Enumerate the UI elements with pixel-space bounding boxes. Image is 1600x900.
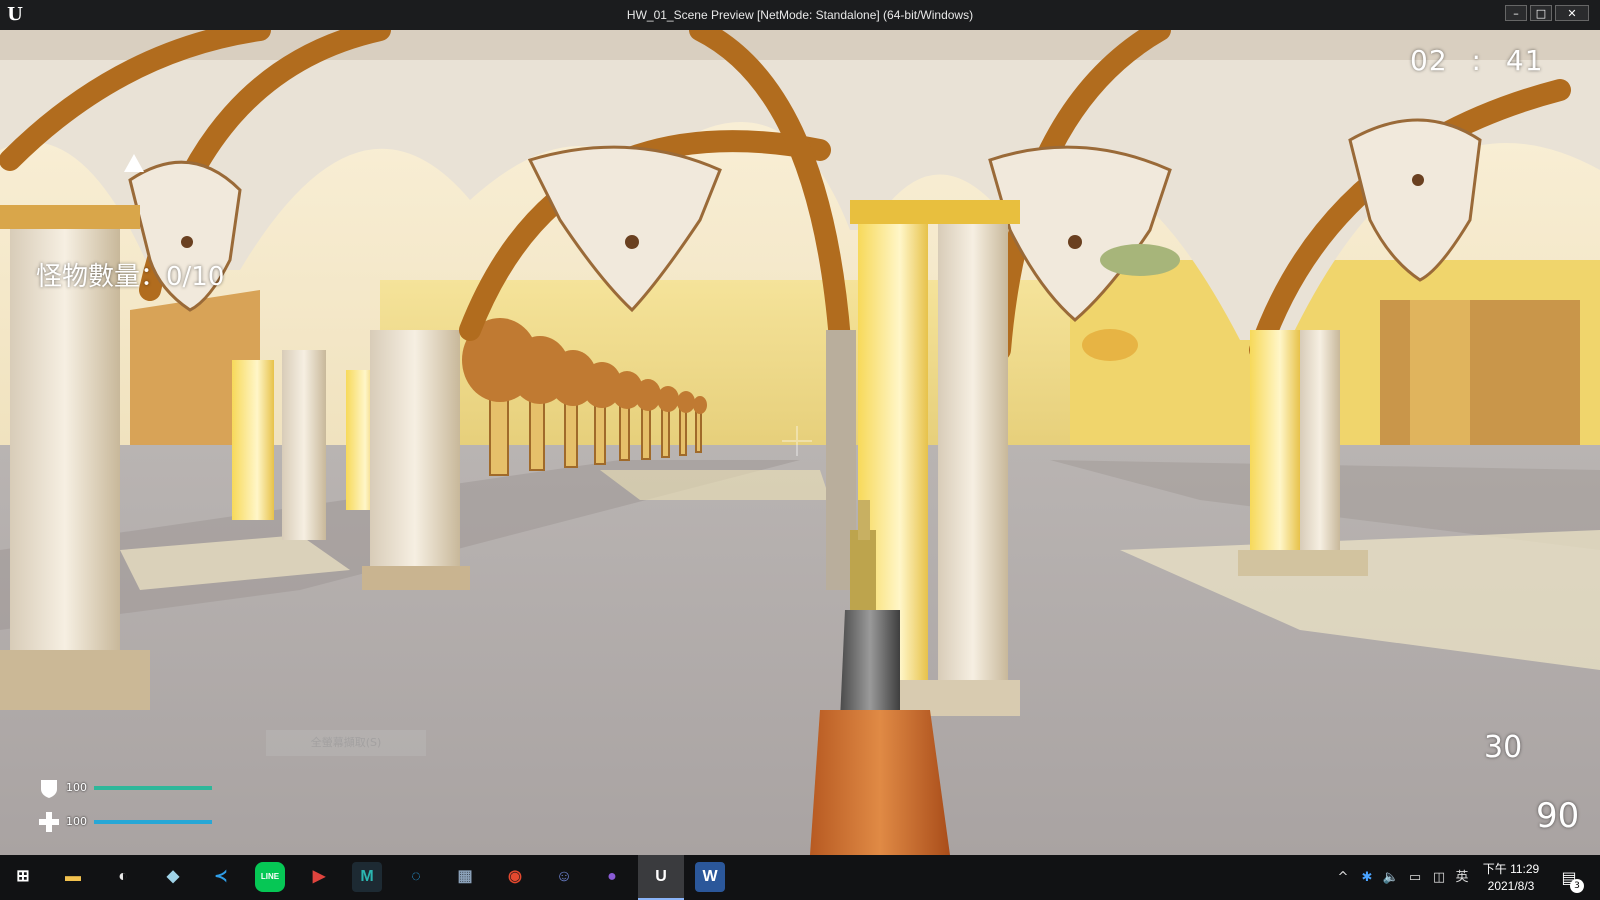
taskbar-maya-icon[interactable]: M <box>352 862 382 892</box>
taskbar-clock[interactable]: 下午 11:29 2021/8/3 <box>1476 861 1546 895</box>
taskbar-unreal-icon[interactable]: U <box>646 862 676 892</box>
taskbar-edge-icon[interactable]: ◌ <box>401 862 431 892</box>
meet-now-icon[interactable]: ◫ <box>1428 855 1450 900</box>
window-title-bar: U HW_01_Scene Preview [NetMode: Standalo… <box>0 0 1600 30</box>
clock-date: 2021/8/3 <box>1487 879 1535 893</box>
match-timer: 02 : 41 <box>1410 44 1544 77</box>
notification-center-icon[interactable]: ▤ 3 <box>1556 865 1584 893</box>
taskbar-start-icon[interactable]: ⊞ <box>8 862 38 892</box>
bluetooth-icon[interactable]: ✱ <box>1358 855 1376 900</box>
clock-time: 下午 11:29 <box>1482 862 1540 876</box>
minimize-button[interactable]: – <box>1505 5 1527 21</box>
volume-icon[interactable]: 🔈 <box>1380 855 1402 900</box>
health-bar-fill <box>94 820 212 824</box>
screenshot-hint-button[interactable]: 全螢幕擷取(S) <box>266 730 426 756</box>
game-viewport[interactable]: 02 : 41 怪物數量：0/10 全螢幕擷取(S) 30 90 100 100 <box>0 30 1600 855</box>
armor-bar-fill <box>94 786 212 790</box>
taskbar-discord-icon[interactable]: ☺ <box>549 862 579 892</box>
armor-value: 100 <box>66 781 87 794</box>
ammo-in-magazine: 30 <box>1484 730 1523 765</box>
taskbar-github-icon[interactable]: ● <box>597 862 627 892</box>
monster-count-label: 怪物數量：0/10 <box>36 262 225 292</box>
health-cross-icon <box>39 812 59 832</box>
taskbar-word-icon[interactable]: W <box>695 862 725 892</box>
armor-bar <box>94 786 212 790</box>
health-value: 100 <box>66 815 87 828</box>
ime-indicator[interactable]: 英 <box>1452 855 1472 900</box>
notification-count-badge: 3 <box>1570 879 1584 893</box>
taskbar-chrome-icon[interactable]: ◉ <box>500 862 530 892</box>
close-button[interactable]: ✕ <box>1555 5 1589 21</box>
taskbar-presenter-icon[interactable]: ▶ <box>304 862 334 892</box>
health-bar <box>94 820 212 824</box>
maximize-button[interactable]: □ <box>1530 5 1552 21</box>
windows-taskbar: ⊞ ▬ ◐ ◆ ≺ LINE ▶ M ◌ ▦ ◉ ☺ ● U W ^ ✱ 🔈 ▭ ◫ 英 下午 11:29 … <box>0 855 1600 900</box>
timer-seconds: 41 <box>1505 44 1544 77</box>
objective-marker-icon <box>124 154 144 172</box>
taskbar-vscode-icon[interactable]: ≺ <box>206 862 236 892</box>
taskbar-file-explorer-icon[interactable]: ▬ <box>58 862 88 892</box>
taskbar-calculator-icon[interactable]: ▦ <box>450 862 480 892</box>
taskbar-line-icon[interactable]: LINE <box>255 862 285 892</box>
network-icon[interactable]: ▭ <box>1404 855 1426 900</box>
window-title: HW_01_Scene Preview [NetMode: Standalone… <box>626 8 974 22</box>
timer-separator: : <box>1471 44 1482 77</box>
tray-overflow-chevron-icon[interactable]: ^ <box>1334 855 1352 900</box>
timer-minutes: 02 <box>1410 44 1448 77</box>
crosshair-icon <box>782 426 812 456</box>
shield-icon <box>41 780 57 798</box>
taskbar-notes-icon[interactable]: ◆ <box>158 862 188 892</box>
ammo-reserve: 90 <box>1536 796 1580 836</box>
taskbar-paint-icon[interactable]: ◐ <box>108 862 138 892</box>
